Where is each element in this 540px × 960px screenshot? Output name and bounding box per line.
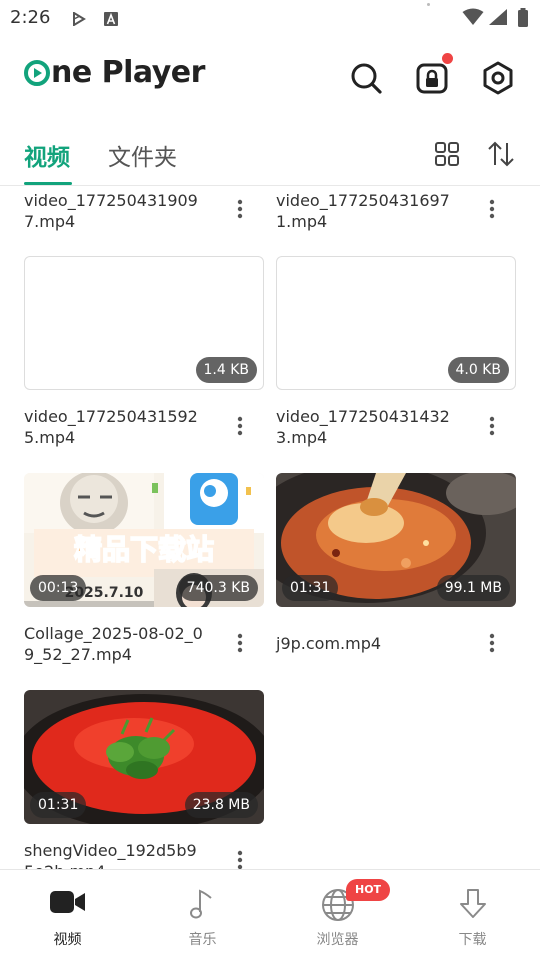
video-thumbnail[interactable]: 1.4 KB [24,256,264,390]
logo-play-icon [24,60,50,86]
status-dot [427,3,430,6]
sort-button[interactable] [487,141,515,171]
kebab-menu-icon [489,633,495,653]
settings-hexagon-icon [483,61,513,95]
file-size-badge: 740.3 KB [178,575,258,601]
video-camera-icon [49,888,86,920]
video-thumbnail[interactable]: 精品下载站 2025.7.10 00:13 740.3 KB [24,473,264,607]
kebab-menu-icon [237,416,243,436]
video-item[interactable]: 4.0 KB video_1772504314323.mp4 [276,256,516,447]
download-arrow-icon [459,888,487,924]
video-item[interactable]: 精品下载站 2025.7.10 00:13 740.3 KB Collage_2… [24,473,264,664]
settings-button[interactable] [480,60,516,96]
nav-downloads[interactable]: 下载 [405,870,540,960]
status-time: 2:26 [10,7,51,28]
music-note-icon [189,888,217,924]
kebab-menu-icon [489,416,495,436]
notification-dot [442,53,453,64]
tab-bar: 视频 文件夹 [0,124,540,186]
more-options-button[interactable] [228,411,252,441]
bottom-navigation: 视频 音乐 HOT 浏览器 下载 [0,869,540,960]
file-size-badge: 1.4 KB [195,357,257,383]
more-options-button[interactable] [228,194,252,224]
kebab-menu-icon [489,199,495,219]
kebab-menu-icon [237,633,243,653]
private-vault-button[interactable] [414,53,453,96]
file-size-badge: 4.0 KB [447,357,509,383]
nav-label: 下载 [458,932,487,948]
thumbnail-caption: 精品下载站 [74,533,214,566]
nav-label: 视频 [53,932,82,948]
video-item[interactable]: 1.4 KB video_1772504315925.mp4 [24,256,264,447]
nav-browser[interactable]: HOT 浏览器 [270,870,405,960]
video-thumbnail[interactable]: 01:31 99.1 MB [276,473,516,607]
nav-label: 浏览器 [316,932,359,948]
more-options-button[interactable] [480,194,504,224]
status-bar: 2:26 [0,0,540,36]
more-options-button[interactable] [228,845,252,869]
search-icon [351,63,382,94]
grid-view-icon [435,142,459,166]
wifi-icon [462,8,484,30]
duration-badge: 00:13 [30,575,87,601]
video-item[interactable]: 01:31 23.8 MB shengVideo_192d5b9 5e2b.mp… [24,690,264,869]
grid-view-button[interactable] [434,141,460,171]
video-name: video_177250431697 1.mp4 [276,191,450,231]
nav-music[interactable]: 音乐 [135,870,270,960]
video-grid: video_177250431909 7.mp4 video_177250431… [0,187,540,869]
kebab-menu-icon [237,850,243,869]
app-header: ne Player [0,40,540,120]
duration-badge: 01:31 [30,792,87,818]
tab-folders[interactable]: 文件夹 [108,138,177,172]
file-size-badge: 99.1 MB [436,575,510,601]
video-name: video_177250431909 7.mp4 [24,191,198,231]
video-name: Collage_2025-08-02_09_52_27.mp4 [24,624,203,664]
tab-videos[interactable]: 视频 [24,138,70,172]
active-tab-indicator [24,182,72,185]
play-store-notification-icon [72,11,86,30]
kebab-menu-icon [237,199,243,219]
hot-badge: HOT [346,879,391,901]
video-name: j9p.com.mp4 [276,634,382,653]
more-options-button[interactable] [480,628,504,658]
battery-icon [517,8,529,32]
video-item[interactable]: 01:31 99.1 MB j9p.com.mp4 [276,473,516,653]
sort-arrows-icon [488,141,514,167]
duration-badge: 01:31 [282,575,339,601]
video-thumbnail[interactable]: 4.0 KB [276,256,516,390]
font-notification-icon [104,11,118,30]
nav-videos[interactable]: 视频 [0,870,135,960]
signal-icon [488,8,508,30]
app-name: ne Player [51,55,205,90]
video-name: video_1772504315925.mp4 [24,407,198,447]
more-options-button[interactable] [228,628,252,658]
app-logo: ne Player [24,58,205,88]
file-size-badge: 23.8 MB [184,792,258,818]
video-thumbnail[interactable]: 01:31 23.8 MB [24,690,264,824]
search-button[interactable] [348,60,384,96]
video-name: video_1772504314323.mp4 [276,407,450,447]
more-options-button[interactable] [480,411,504,441]
video-name: shengVideo_192d5b9 5e2b.mp4 [24,841,197,869]
nav-label: 音乐 [188,932,217,948]
lock-icon [416,63,448,94]
